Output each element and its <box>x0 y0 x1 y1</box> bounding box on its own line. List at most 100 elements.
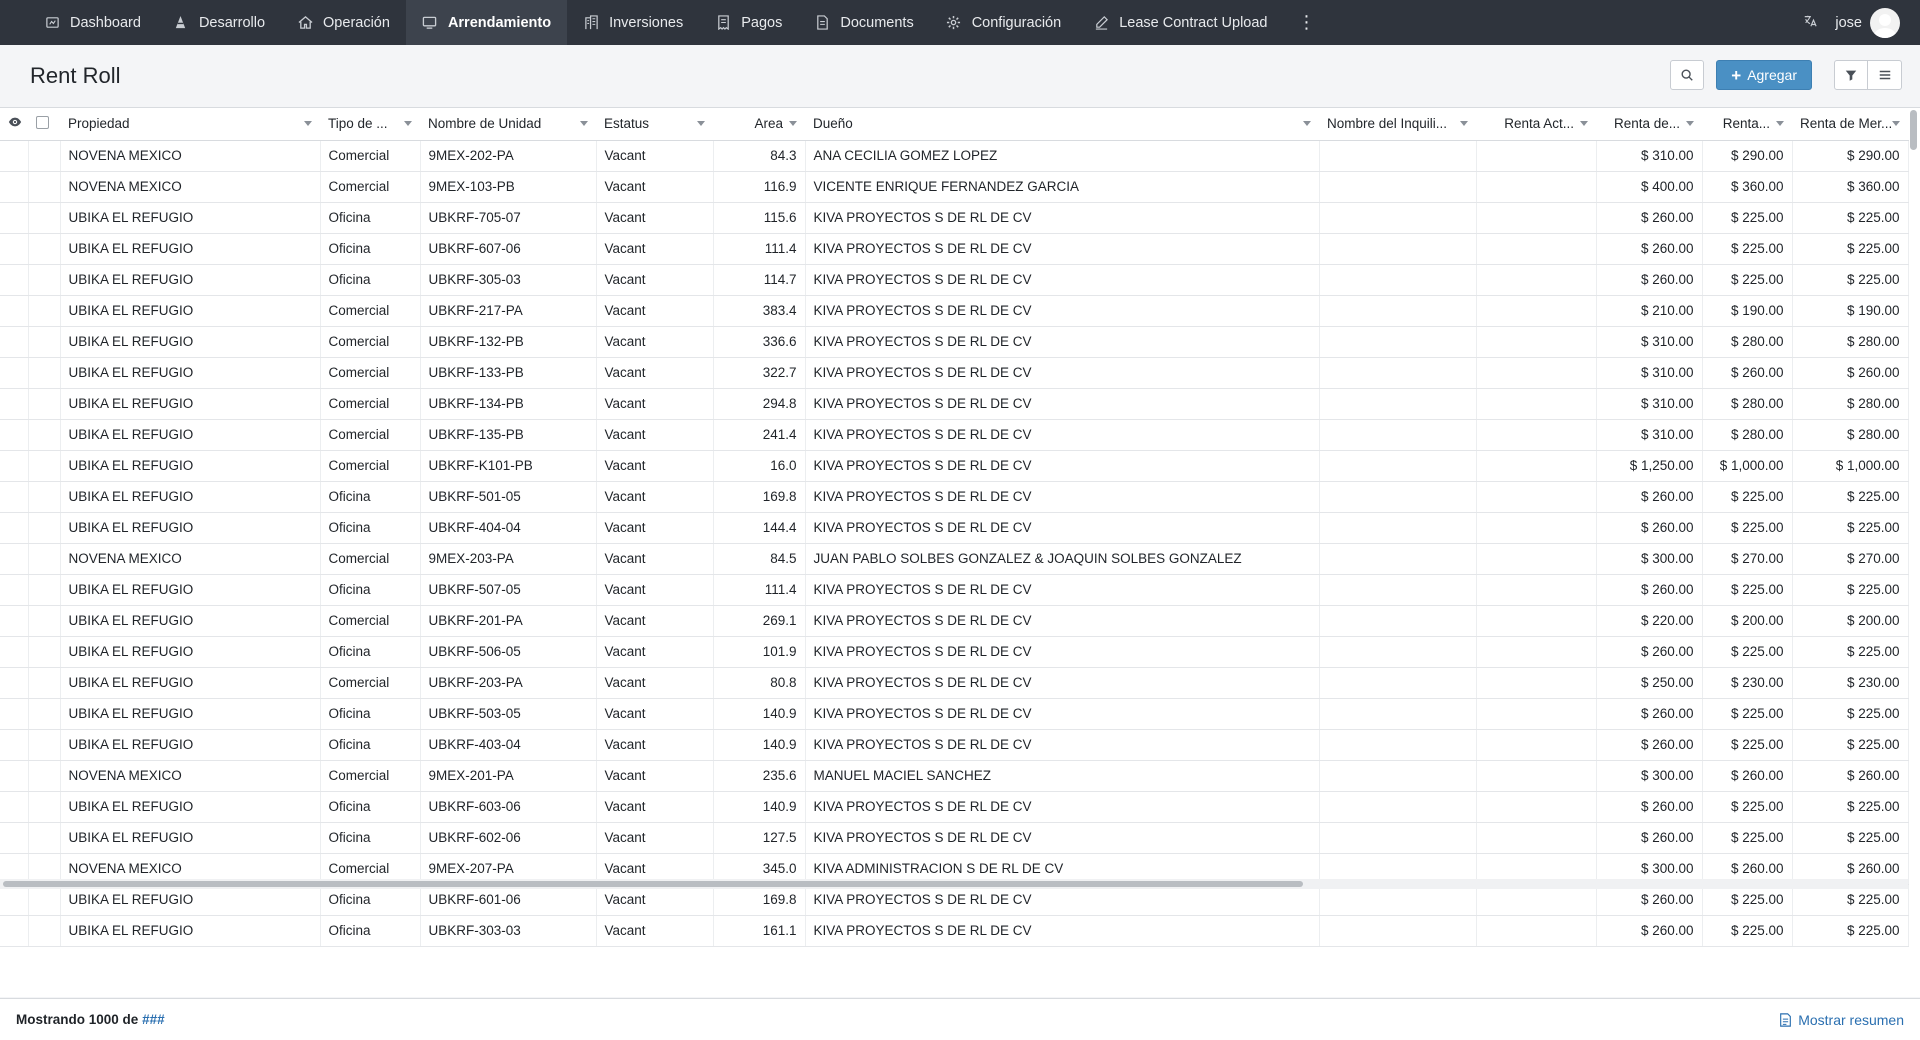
table-row[interactable]: NOVENA MEXICO Comercial 9MEX-202-PA Vacant 8… <box>0 140 1909 172</box>
search-button[interactable] <box>1670 60 1705 90</box>
row-select-cell[interactable] <box>28 543 61 575</box>
table-row[interactable]: UBIKA EL REFUGIO Comercial UBKRF-134-PB Vac… <box>0 388 1909 420</box>
more-menu-icon[interactable]: ⋮ <box>1284 0 1330 45</box>
menu-button[interactable] <box>1868 60 1902 90</box>
table-row[interactable]: UBIKA EL REFUGIO Oficina UBKRF-705-07 Vacan… <box>0 202 1909 234</box>
user-name[interactable]: jose <box>1835 15 1862 31</box>
nav-item-operaci-n[interactable]: Operación <box>281 0 406 45</box>
table-row[interactable]: UBIKA EL REFUGIO Comercial UBKRF-K101-PB Va… <box>0 450 1909 482</box>
sort-caret-icon[interactable] <box>1460 121 1468 126</box>
row-select-cell[interactable] <box>28 171 61 203</box>
show-summary-button[interactable]: Mostrar resumen <box>1779 1012 1904 1028</box>
nav-item-pagos[interactable]: Pagos <box>699 0 798 45</box>
row-select-cell[interactable] <box>28 264 61 296</box>
column-header-renta-act[interactable]: Renta Act... <box>1476 108 1596 141</box>
table-row[interactable]: NOVENA MEXICO Comercial 9MEX-103-PB Vacant 1… <box>0 171 1909 203</box>
column-header-nombre-de-unidad[interactable]: Nombre de Unidad <box>420 108 596 141</box>
table-row[interactable]: UBIKA EL REFUGIO Oficina UBKRF-507-05 Vacan… <box>0 574 1909 606</box>
sort-caret-icon[interactable] <box>580 121 588 126</box>
select-all-checkbox-cell[interactable] <box>28 108 60 141</box>
nav-item-configuraci-n[interactable]: Configuración <box>930 0 1077 45</box>
row-select-cell[interactable] <box>28 202 61 234</box>
row-select-cell[interactable] <box>28 791 61 823</box>
table-row[interactable]: UBIKA EL REFUGIO Oficina UBKRF-503-05 Vacan… <box>0 698 1909 730</box>
vertical-scrollbar[interactable] <box>1910 110 1917 150</box>
nav-item-dashboard[interactable]: Dashboard <box>0 0 157 45</box>
table-row[interactable]: UBIKA EL REFUGIO Comercial UBKRF-217-PA Vac… <box>0 295 1909 327</box>
row-select-cell[interactable] <box>28 698 61 730</box>
row-select-cell[interactable] <box>28 450 61 482</box>
table-row[interactable]: NOVENA MEXICO Comercial 9MEX-201-PA Vacant 2… <box>0 760 1909 792</box>
table-row[interactable]: UBIKA EL REFUGIO Oficina UBKRF-506-05 Vacan… <box>0 636 1909 668</box>
row-select-cell[interactable] <box>28 357 61 389</box>
nav-item-desarrollo[interactable]: Desarrollo <box>157 0 281 45</box>
table-row[interactable]: UBIKA EL REFUGIO Comercial UBKRF-135-PB Vac… <box>0 419 1909 451</box>
sort-caret-icon[interactable] <box>1303 121 1311 126</box>
row-select-cell[interactable] <box>28 140 61 172</box>
column-header-area[interactable]: Area <box>713 108 805 141</box>
row-select-cell[interactable] <box>28 760 61 792</box>
table-row[interactable]: UBIKA EL REFUGIO Comercial UBKRF-132-PB Vac… <box>0 326 1909 358</box>
add-button[interactable]: + Agregar <box>1716 60 1812 90</box>
row-select-cell[interactable] <box>28 388 61 420</box>
row-select-cell[interactable] <box>28 419 61 451</box>
row-select-cell[interactable] <box>28 295 61 327</box>
row-select-cell[interactable] <box>28 605 61 637</box>
table-row[interactable]: UBIKA EL REFUGIO Oficina UBKRF-602-06 Vacan… <box>0 822 1909 854</box>
avatar[interactable] <box>1870 7 1900 38</box>
row-select-cell[interactable] <box>28 481 61 513</box>
column-header-tipo-de[interactable]: Tipo de ... <box>320 108 420 141</box>
nav-item-inversiones[interactable]: Inversiones <box>567 0 699 45</box>
row-select-cell[interactable] <box>28 233 61 265</box>
column-header-renta[interactable]: Renta... <box>1702 108 1792 141</box>
table-row[interactable]: UBIKA EL REFUGIO Oficina UBKRF-403-04 Vacan… <box>0 729 1909 761</box>
table-cell: Oficina <box>320 791 421 823</box>
sort-caret-icon[interactable] <box>1580 121 1588 126</box>
row-select-cell[interactable] <box>28 574 61 606</box>
filter-icon <box>1845 70 1857 81</box>
sort-caret-icon[interactable] <box>1776 121 1784 126</box>
column-header-renta-de[interactable]: Renta de... <box>1596 108 1702 141</box>
column-header-estatus[interactable]: Estatus <box>596 108 713 141</box>
row-visibility-cell <box>0 419 29 451</box>
table-row[interactable]: UBIKA EL REFUGIO Oficina UBKRF-607-06 Vacan… <box>0 233 1909 265</box>
sort-caret-icon[interactable] <box>304 121 312 126</box>
horizontal-scrollbar[interactable] <box>3 881 1303 887</box>
sort-caret-icon[interactable] <box>789 121 797 126</box>
language-icon[interactable] <box>1803 14 1818 31</box>
row-select-cell[interactable] <box>28 915 61 947</box>
filter-button[interactable] <box>1834 60 1868 90</box>
row-select-cell[interactable] <box>28 667 61 699</box>
nav-item-arrendamiento[interactable]: Arrendamiento <box>405 0 568 45</box>
nav-item-documents[interactable]: Documents <box>798 0 929 45</box>
table-row[interactable]: UBIKA EL REFUGIO Oficina UBKRF-303-03 Vacan… <box>0 915 1909 947</box>
select-all-checkbox[interactable] <box>36 115 49 129</box>
row-select-cell[interactable] <box>28 729 61 761</box>
column-header-propiedad[interactable]: Propiedad <box>60 108 320 141</box>
table-row[interactable]: UBIKA EL REFUGIO Oficina UBKRF-404-04 Vacan… <box>0 512 1909 544</box>
sort-caret-icon[interactable] <box>697 121 705 126</box>
row-select-cell[interactable] <box>28 512 61 544</box>
column-header-dueño[interactable]: Dueño <box>805 108 1319 141</box>
table-row[interactable]: UBIKA EL REFUGIO Comercial UBKRF-133-PB Vac… <box>0 357 1909 389</box>
table-cell: $ 360.00 <box>1792 171 1909 203</box>
table-row[interactable]: NOVENA MEXICO Comercial 9MEX-203-PA Vacant 8… <box>0 543 1909 575</box>
table-row[interactable]: UBIKA EL REFUGIO Oficina UBKRF-603-06 Vacan… <box>0 791 1909 823</box>
table-row[interactable]: UBIKA EL REFUGIO Oficina UBKRF-501-05 Vacan… <box>0 481 1909 513</box>
table-cell: KIVA PROYECTOS S DE RL DE CV <box>805 574 1320 606</box>
sort-caret-icon[interactable] <box>1686 121 1694 126</box>
total-records-link[interactable]: ### <box>142 1012 165 1027</box>
column-header-nombre-del-inquili[interactable]: Nombre del Inquili... <box>1319 108 1476 141</box>
nav-user-area: jose <box>1803 0 1920 45</box>
row-select-cell[interactable] <box>28 326 61 358</box>
sort-caret-icon[interactable] <box>1892 121 1900 126</box>
row-select-cell[interactable] <box>28 822 61 854</box>
table-row[interactable]: UBIKA EL REFUGIO Oficina UBKRF-305-03 Vacan… <box>0 264 1909 296</box>
table-row[interactable]: UBIKA EL REFUGIO Comercial UBKRF-201-PA Vac… <box>0 605 1909 637</box>
sort-caret-icon[interactable] <box>404 121 412 126</box>
table-row[interactable]: UBIKA EL REFUGIO Comercial UBKRF-203-PA Vac… <box>0 667 1909 699</box>
visibility-column[interactable] <box>0 108 28 141</box>
nav-item-lease-contract-upload[interactable]: Lease Contract Upload <box>1077 0 1283 45</box>
column-header-renta-de-mer[interactable]: Renta de Mer... <box>1792 108 1908 141</box>
row-select-cell[interactable] <box>28 636 61 668</box>
